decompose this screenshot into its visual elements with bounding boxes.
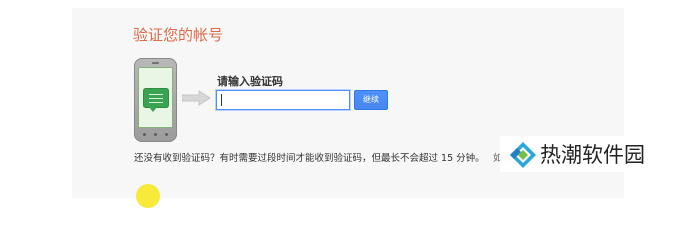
help-text: 还没有收到验证码？有时需要过段时间才能收到验证码，但最长不会超过 15 分钟。 xyxy=(134,153,485,164)
text-caret xyxy=(221,94,222,106)
verification-code-input[interactable] xyxy=(216,90,350,110)
page-title: 验证您的帐号 xyxy=(133,26,224,44)
phone-speaker xyxy=(152,62,159,64)
message-line xyxy=(149,98,163,99)
message-line xyxy=(149,102,163,103)
watermark-text: 热潮软件园 xyxy=(540,143,645,167)
yellow-decoration xyxy=(136,184,160,208)
verification-code-label: 请输入验证码 xyxy=(217,75,283,88)
phone-buttons xyxy=(143,131,168,137)
diamond-logo-icon xyxy=(510,142,536,168)
verification-screen: 验证您的帐号 请输入验证码 继续 还没有收到验证码？有时需要过段时间才能收到验证… xyxy=(0,0,688,208)
phone-button xyxy=(143,132,146,136)
message-line xyxy=(149,94,163,95)
message-icon xyxy=(143,88,169,112)
phone-button xyxy=(154,132,157,136)
continue-button[interactable]: 继续 xyxy=(354,90,388,110)
phone-button xyxy=(165,132,168,136)
arrow-right-icon xyxy=(182,90,211,106)
